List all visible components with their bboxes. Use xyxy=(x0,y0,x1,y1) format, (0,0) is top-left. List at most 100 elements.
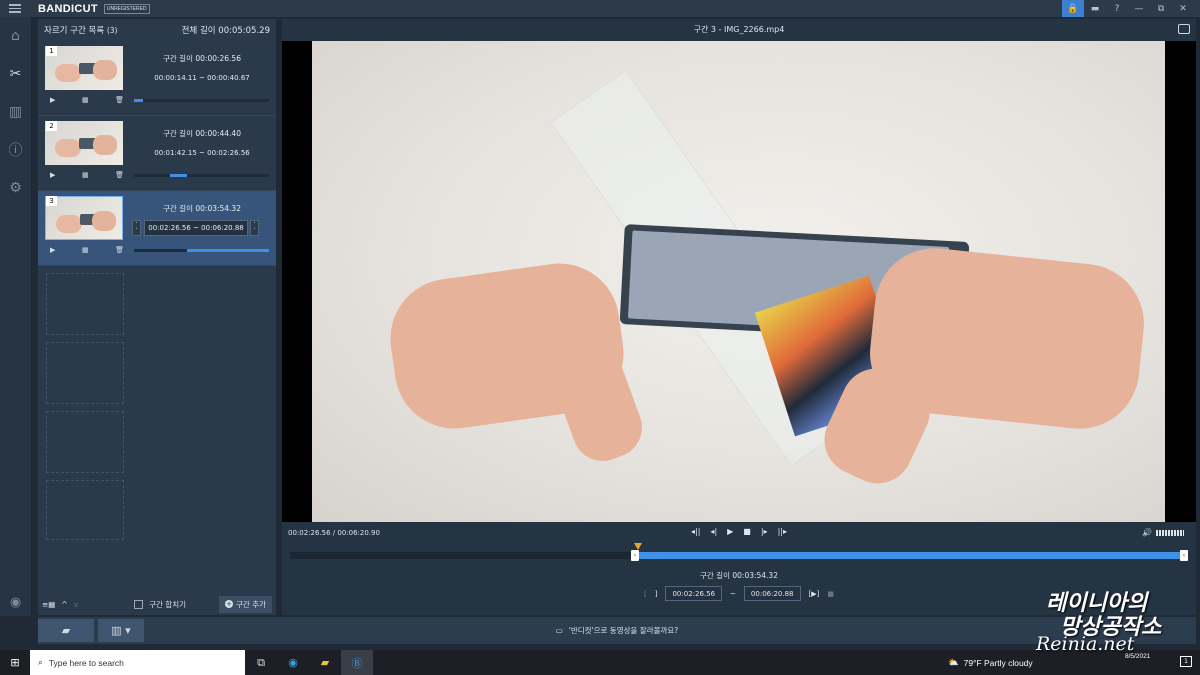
taskbar-clock[interactable]: 8/5/2021 xyxy=(1125,652,1150,662)
play-icon[interactable]: ▶ xyxy=(727,527,733,536)
play-icon[interactable]: ▶ xyxy=(50,171,55,179)
record-icon[interactable]: ◉ xyxy=(0,595,31,610)
set-end-icon[interactable]: ■ xyxy=(827,590,834,598)
range-end-field[interactable]: 00:06:20.88 xyxy=(743,586,801,601)
restore-button[interactable]: ⧉ xyxy=(1150,0,1172,17)
segment-progress-bar xyxy=(134,174,269,177)
merge-checkbox[interactable] xyxy=(134,599,144,609)
video-preview[interactable] xyxy=(282,41,1196,522)
film-settings-icon: ▥ ▾ xyxy=(111,624,131,637)
trash-icon[interactable]: 🗑 xyxy=(115,246,124,254)
range-end-text: 00:06:20.88 xyxy=(201,224,244,232)
gear-icon[interactable]: ⚙ xyxy=(0,169,31,207)
segment-progress-bar xyxy=(134,99,269,102)
volume-control[interactable]: 🔊 xyxy=(1142,528,1184,537)
total-length: 전체 길이 00:05:05.29 xyxy=(181,26,270,36)
empty-segment-slot xyxy=(46,342,124,404)
bandicut-taskbar-icon[interactable]: Ⓑ xyxy=(341,650,373,675)
empty-segment-slot xyxy=(46,411,124,473)
segment-list-footer: ≡▦ ^ v 구간 합치기 + 구간 추가 xyxy=(38,593,276,615)
close-button[interactable]: ✕ xyxy=(1172,0,1194,17)
segment-number: 3 xyxy=(46,196,57,206)
side-navigation: ⌂ ✂ ▥ ⓘ ⚙ ◉ xyxy=(0,17,31,616)
start-handle[interactable]: › xyxy=(631,550,639,561)
notification-icon[interactable]: 1 xyxy=(1180,656,1192,667)
next-frame-end-icon[interactable]: ||▸ xyxy=(778,527,787,536)
lock-icon[interactable]: 🔒 xyxy=(1062,0,1084,17)
file-explorer-icon[interactable]: ▰ xyxy=(309,650,341,675)
taskbar-search-input[interactable]: ⌕ Type here to search xyxy=(30,650,245,675)
windows-start-icon[interactable]: ⊞ xyxy=(0,656,30,669)
timeline-track[interactable]: › ‹ xyxy=(290,543,1188,561)
camera-icon[interactable] xyxy=(1178,24,1190,34)
windows-taskbar: ⊞ ⌕ Type here to search ⧉ ◉ ▰ Ⓑ ⛅ 79°F Par… xyxy=(0,650,1200,675)
player-panel: 구간 3 - IMG_2266.mp4 00:02:26.56 / 00:06:… xyxy=(282,19,1196,615)
range-editor: [ ] 00:02:26.56 ~ 00:06:20.88 [▶] ■ xyxy=(282,586,1196,601)
help-icon[interactable]: ? xyxy=(1106,0,1128,17)
grid-icon[interactable]: ▦ xyxy=(82,246,89,254)
list-view-icon[interactable]: ≡▦ xyxy=(42,600,55,609)
add-segment-button[interactable]: + 구간 추가 xyxy=(219,595,272,613)
go-end-icon[interactable]: [▶] xyxy=(809,590,820,598)
move-down-button[interactable]: v xyxy=(74,600,78,609)
empty-segment-slot xyxy=(46,480,124,540)
speaker-icon[interactable]: 🔊 xyxy=(1142,528,1152,537)
output-settings-button[interactable]: ▥ ▾ xyxy=(98,619,144,642)
cloud-sun-icon: ⛅ xyxy=(948,657,959,667)
title-bar: BANDICUT UNREGISTERED 🔒 ▬ ? — ⧉ ✕ xyxy=(0,0,1200,17)
next-frame-icon[interactable]: |▸ xyxy=(761,527,768,536)
prev-frame-start-icon[interactable]: ◂|| xyxy=(691,527,700,536)
app-logo: BANDICUT xyxy=(38,2,98,15)
grid-icon[interactable]: ▦ xyxy=(82,171,89,179)
segment-range-field[interactable]: 00:02:26.56 ~ 00:06:20.88 xyxy=(144,220,248,236)
segment-length: 구간 길이 00:03:54.32 xyxy=(163,204,241,213)
tip-text: '반디컷'으로 동영상을 잘라볼까요? xyxy=(568,626,679,635)
weather-widget[interactable]: ⛅ 79°F Partly cloudy xyxy=(948,650,1033,675)
playhead-marker[interactable] xyxy=(634,543,642,550)
range-start-field[interactable]: 00:02:26.56 xyxy=(665,586,723,601)
segment-list-title: 자르기 구간 목록 xyxy=(44,26,105,36)
edge-icon[interactable]: ◉ xyxy=(277,650,309,675)
transport-controls: ◂|| ◂| ▶ ■ |▸ ||▸ xyxy=(282,527,1196,536)
grid-icon[interactable]: ▦ xyxy=(82,96,89,104)
folder-icon[interactable]: ▬ xyxy=(1084,0,1106,17)
hamburger-menu-icon[interactable] xyxy=(0,0,30,17)
play-icon[interactable]: ▶ xyxy=(50,246,55,254)
stop-icon[interactable]: ■ xyxy=(743,527,751,536)
segment-count: (3) xyxy=(106,26,118,35)
minimize-button[interactable]: — xyxy=(1128,0,1150,17)
set-start-icon[interactable]: [ xyxy=(644,590,647,598)
merge-label[interactable]: 구간 합치기 xyxy=(149,599,186,610)
trash-icon[interactable]: 🗑 xyxy=(115,96,124,104)
volume-bar[interactable] xyxy=(1156,529,1184,536)
search-icon: ⌕ xyxy=(38,657,43,667)
unregistered-badge: UNREGISTERED xyxy=(103,3,150,14)
home-icon[interactable]: ⌂ xyxy=(0,17,31,55)
segment-range: 00:01:42.15 ~ 00:02:26.56 xyxy=(154,149,250,157)
play-icon[interactable]: ▶ xyxy=(50,96,55,104)
end-handle[interactable]: ‹ xyxy=(1180,550,1188,561)
prev-frame-icon[interactable]: ◂| xyxy=(710,527,717,536)
open-file-button[interactable]: ▰ xyxy=(38,619,94,642)
film-icon[interactable]: ▥ xyxy=(0,93,31,131)
move-up-button[interactable]: ^ xyxy=(61,600,67,609)
go-start-icon[interactable]: ] xyxy=(655,590,658,598)
segment-item[interactable]: 1 ▶ ▦ 🗑 구간 길이 00:00:26.56 00:00:14.11 ~ 00… xyxy=(38,41,276,116)
info-icon[interactable]: ⓘ xyxy=(0,131,31,169)
segment-item[interactable]: 2 ▶ ▦ 🗑 구간 길이 00:00:44.40 00:01:42.15 ~ 00… xyxy=(38,116,276,191)
end-stepper[interactable]: ˄ ˅ xyxy=(250,220,259,236)
timeline-selection[interactable] xyxy=(636,552,1188,559)
video-title: 구간 3 - IMG_2266.mp4 xyxy=(693,25,785,34)
start-stepper[interactable]: ˄ ˅ xyxy=(132,220,141,236)
trash-icon[interactable]: 🗑 xyxy=(115,171,124,179)
bandicut-app: BANDICUT UNREGISTERED 🔒 ▬ ? — ⧉ ✕ ⌂ ✂ ▥ … xyxy=(0,0,1200,675)
selected-segment-length: 구간 길이 00:03:54.32 xyxy=(700,571,778,580)
add-segment-label: 구간 추가 xyxy=(236,599,266,609)
plus-icon: + xyxy=(225,600,234,608)
segment-length: 구간 길이 00:00:44.40 xyxy=(163,129,241,138)
segment-number: 2 xyxy=(46,121,57,131)
cut-icon[interactable]: ✂ xyxy=(0,55,31,93)
segment-item-selected[interactable]: 3 ▶ ▦ 🗑 구간 길이 00:03:54.32 ˄ ˅ 00:02:26.56 ~… xyxy=(38,191,276,266)
task-view-icon[interactable]: ⧉ xyxy=(245,650,277,675)
bottom-bar: ▭ '반디컷'으로 동영상을 잘라볼까요? ▰ ▥ ▾ xyxy=(38,617,1196,644)
